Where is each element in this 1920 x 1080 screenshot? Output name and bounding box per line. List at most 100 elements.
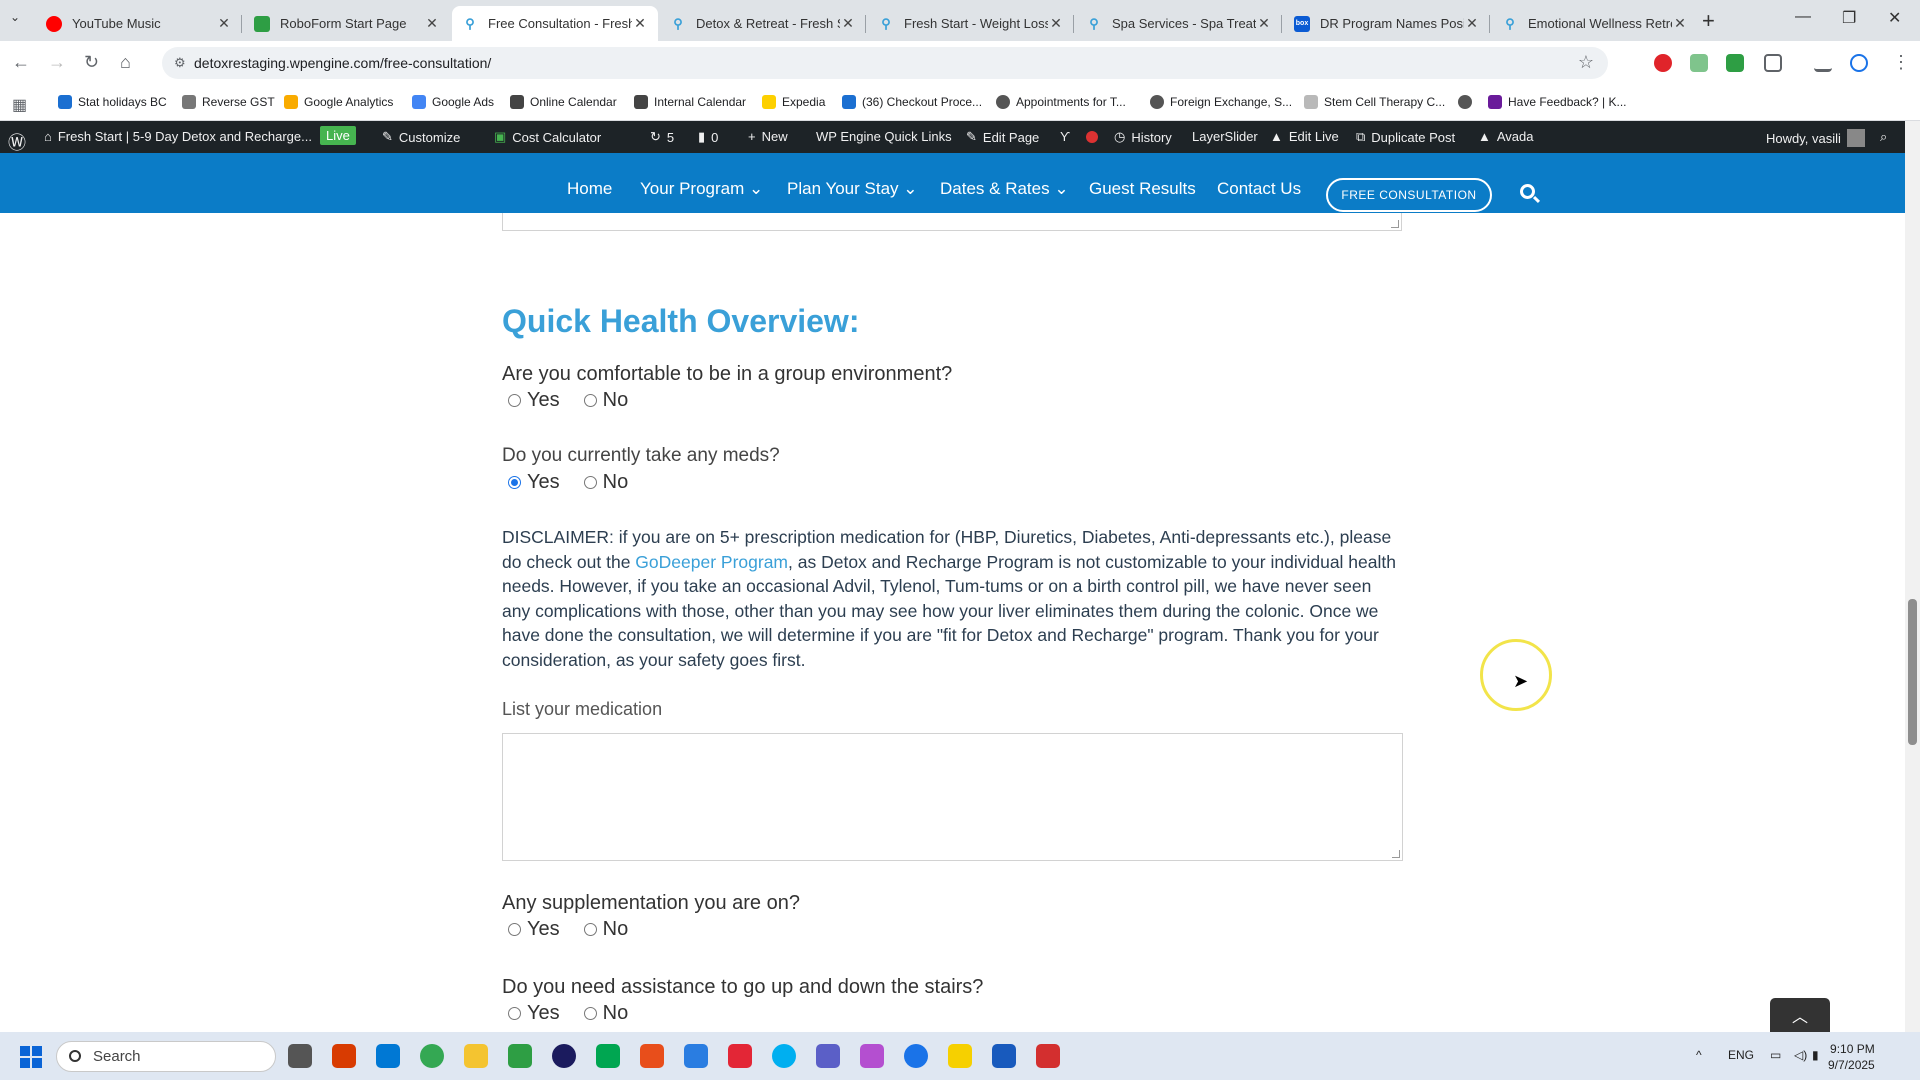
- wp-updates[interactable]: ↻ 5: [650, 129, 674, 145]
- wp-layerslider[interactable]: LayerSlider: [1192, 129, 1258, 144]
- tab-weight-loss[interactable]: ⚲ Fresh Start - Weight Loss ✕: [868, 6, 1074, 41]
- wp-comments[interactable]: ▮ 0: [698, 129, 718, 145]
- godeeper-program-link[interactable]: GoDeeper Program: [635, 552, 788, 572]
- roboform-extension-icon[interactable]: [1726, 54, 1744, 72]
- reload-icon[interactable]: ↻: [84, 52, 99, 73]
- nav-home[interactable]: Home: [567, 179, 612, 199]
- tab-search-icon[interactable]: ⌄: [10, 10, 20, 24]
- bookmark-item[interactable]: Stat holidays BC: [58, 95, 167, 109]
- radio-option-no[interactable]: No: [583, 389, 628, 412]
- bookmark-item[interactable]: Stem Cell Therapy C...: [1304, 95, 1445, 109]
- close-icon[interactable]: ✕: [216, 15, 232, 32]
- wp-customize[interactable]: ✎ Customize: [382, 129, 460, 145]
- display-icon[interactable]: ▭: [1770, 1048, 1781, 1062]
- tab-emotional-wellness[interactable]: ⚲ Emotional Wellness Retre ✕: [1492, 6, 1698, 41]
- site-info-icon[interactable]: ⚙: [174, 55, 186, 71]
- url-text[interactable]: detoxrestaging.wpengine.com/free-consult…: [194, 55, 491, 71]
- bookmark-item[interactable]: Google Analytics: [284, 95, 393, 109]
- wp-new[interactable]: + New: [748, 129, 788, 144]
- copilot-icon[interactable]: [860, 1044, 884, 1068]
- bookmark-item[interactable]: Google Ads: [412, 95, 494, 109]
- nav-your-program[interactable]: Your Program ⌄: [640, 179, 763, 199]
- radio-option-no[interactable]: No: [583, 918, 628, 941]
- windows-start-icon[interactable]: [20, 1046, 42, 1068]
- bookmark-item[interactable]: Appointments for T...: [996, 95, 1126, 109]
- radio-button[interactable]: [583, 923, 597, 936]
- taskbar-search[interactable]: Search: [56, 1041, 276, 1072]
- close-window-button[interactable]: ✕: [1888, 8, 1901, 28]
- yoast-icon[interactable]: ϒ: [1060, 129, 1070, 144]
- app-icon[interactable]: [640, 1044, 664, 1068]
- back-icon[interactable]: ←: [12, 52, 30, 73]
- wp-site-name[interactable]: ⌂ Fresh Start | 5-9 Day Detox and Recharg…: [44, 129, 312, 144]
- radio-button[interactable]: [583, 394, 597, 407]
- nav-plan-your-stay[interactable]: Plan Your Stay ⌄: [787, 179, 918, 199]
- media-controls-icon[interactable]: [1814, 54, 1832, 72]
- file-explorer-icon[interactable]: [464, 1044, 488, 1068]
- radio-button[interactable]: [583, 1007, 597, 1020]
- radio-option-no[interactable]: No: [583, 1002, 628, 1025]
- previous-textarea[interactable]: [502, 213, 1402, 231]
- radio-button-checked[interactable]: [508, 476, 521, 489]
- roboform-icon[interactable]: [1036, 1044, 1060, 1068]
- battery-icon[interactable]: ▮: [1812, 1048, 1819, 1062]
- menu-icon[interactable]: ⋮: [1892, 52, 1910, 73]
- bookmark-item[interactable]: Internal Calendar: [634, 95, 746, 109]
- page-scrollbar[interactable]: [1905, 121, 1920, 1032]
- app-icon[interactable]: [684, 1044, 708, 1068]
- scroll-to-top-button[interactable]: ︿: [1770, 998, 1830, 1032]
- free-consultation-button[interactable]: FREE CONSULTATION: [1326, 178, 1492, 212]
- nav-dates-rates[interactable]: Dates & Rates ⌄: [940, 179, 1069, 199]
- bookmark-item[interactable]: Foreign Exchange, S...: [1150, 95, 1292, 109]
- app-icon[interactable]: [552, 1044, 576, 1068]
- wp-engine-links[interactable]: WP Engine Quick Links: [816, 129, 952, 144]
- home-icon[interactable]: ⌂: [120, 52, 131, 73]
- chevron-up-icon[interactable]: ^: [1696, 1048, 1702, 1062]
- wp-howdy[interactable]: Howdy, vasili: [1766, 129, 1865, 147]
- restore-button[interactable]: ❐: [1842, 8, 1856, 28]
- taskbar-clock[interactable]: 9:10 PM 9/7/2025: [1828, 1041, 1875, 1073]
- app-icon[interactable]: [508, 1044, 532, 1068]
- tab-free-consultation[interactable]: ⚲ Free Consultation - Fresh ✕: [452, 6, 658, 41]
- resize-handle[interactable]: [1392, 850, 1400, 858]
- medication-textarea[interactable]: [502, 733, 1403, 861]
- settings-icon[interactable]: [904, 1044, 928, 1068]
- tab-detox-retreat[interactable]: ⚲ Detox & Retreat - Fresh S ✕: [660, 6, 866, 41]
- close-icon[interactable]: ✕: [1464, 15, 1480, 32]
- radio-option-yes[interactable]: Yes: [508, 1002, 560, 1025]
- outlook-icon[interactable]: [376, 1044, 400, 1068]
- tab-roboform[interactable]: RoboForm Start Page ✕: [244, 6, 450, 41]
- language-indicator[interactable]: ENG: [1728, 1048, 1754, 1062]
- app-icon[interactable]: [596, 1044, 620, 1068]
- sticky-notes-icon[interactable]: [948, 1044, 972, 1068]
- word-icon[interactable]: [992, 1044, 1016, 1068]
- minimize-button[interactable]: —: [1795, 8, 1811, 26]
- wp-avada[interactable]: ▲ Avada: [1478, 129, 1534, 144]
- extensions-puzzle-icon[interactable]: [1764, 54, 1782, 72]
- wordpress-icon[interactable]: Ⓦ: [8, 129, 26, 155]
- tab-youtube-music[interactable]: YouTube Music ✕: [36, 6, 242, 41]
- app-icon[interactable]: [728, 1044, 752, 1068]
- radio-button[interactable]: [508, 394, 521, 407]
- wp-cost-calculator[interactable]: ▣ Cost Calculator: [494, 129, 601, 145]
- bookmark-item[interactable]: Expedia: [762, 95, 825, 109]
- close-icon[interactable]: ✕: [1256, 15, 1272, 32]
- teams-icon[interactable]: [816, 1044, 840, 1068]
- close-icon[interactable]: ✕: [1672, 15, 1688, 32]
- radio-option-yes[interactable]: Yes: [508, 389, 560, 412]
- bookmark-item[interactable]: Online Calendar: [510, 95, 617, 109]
- wp-history[interactable]: ◷ History: [1114, 129, 1172, 145]
- wp-edit-page[interactable]: ✎ Edit Page: [966, 129, 1039, 145]
- tab-dr-program-names[interactable]: box DR Program Names Posit ✕: [1284, 6, 1490, 41]
- close-icon[interactable]: ✕: [632, 15, 648, 32]
- scrollbar-thumb[interactable]: [1908, 599, 1917, 745]
- wp-edit-live[interactable]: ▲ Edit Live: [1270, 129, 1339, 144]
- chrome-icon[interactable]: [420, 1044, 444, 1068]
- wp-duplicate-post[interactable]: ⧉ Duplicate Post: [1356, 129, 1455, 145]
- bookmark-item[interactable]: [1458, 95, 1478, 109]
- close-icon[interactable]: ✕: [1048, 15, 1064, 32]
- address-bar[interactable]: ⚙ detoxrestaging.wpengine.com/free-consu…: [162, 47, 1608, 79]
- radio-option-no[interactable]: No: [583, 471, 628, 494]
- app-icon[interactable]: [332, 1044, 356, 1068]
- extension-icon[interactable]: [1690, 54, 1708, 72]
